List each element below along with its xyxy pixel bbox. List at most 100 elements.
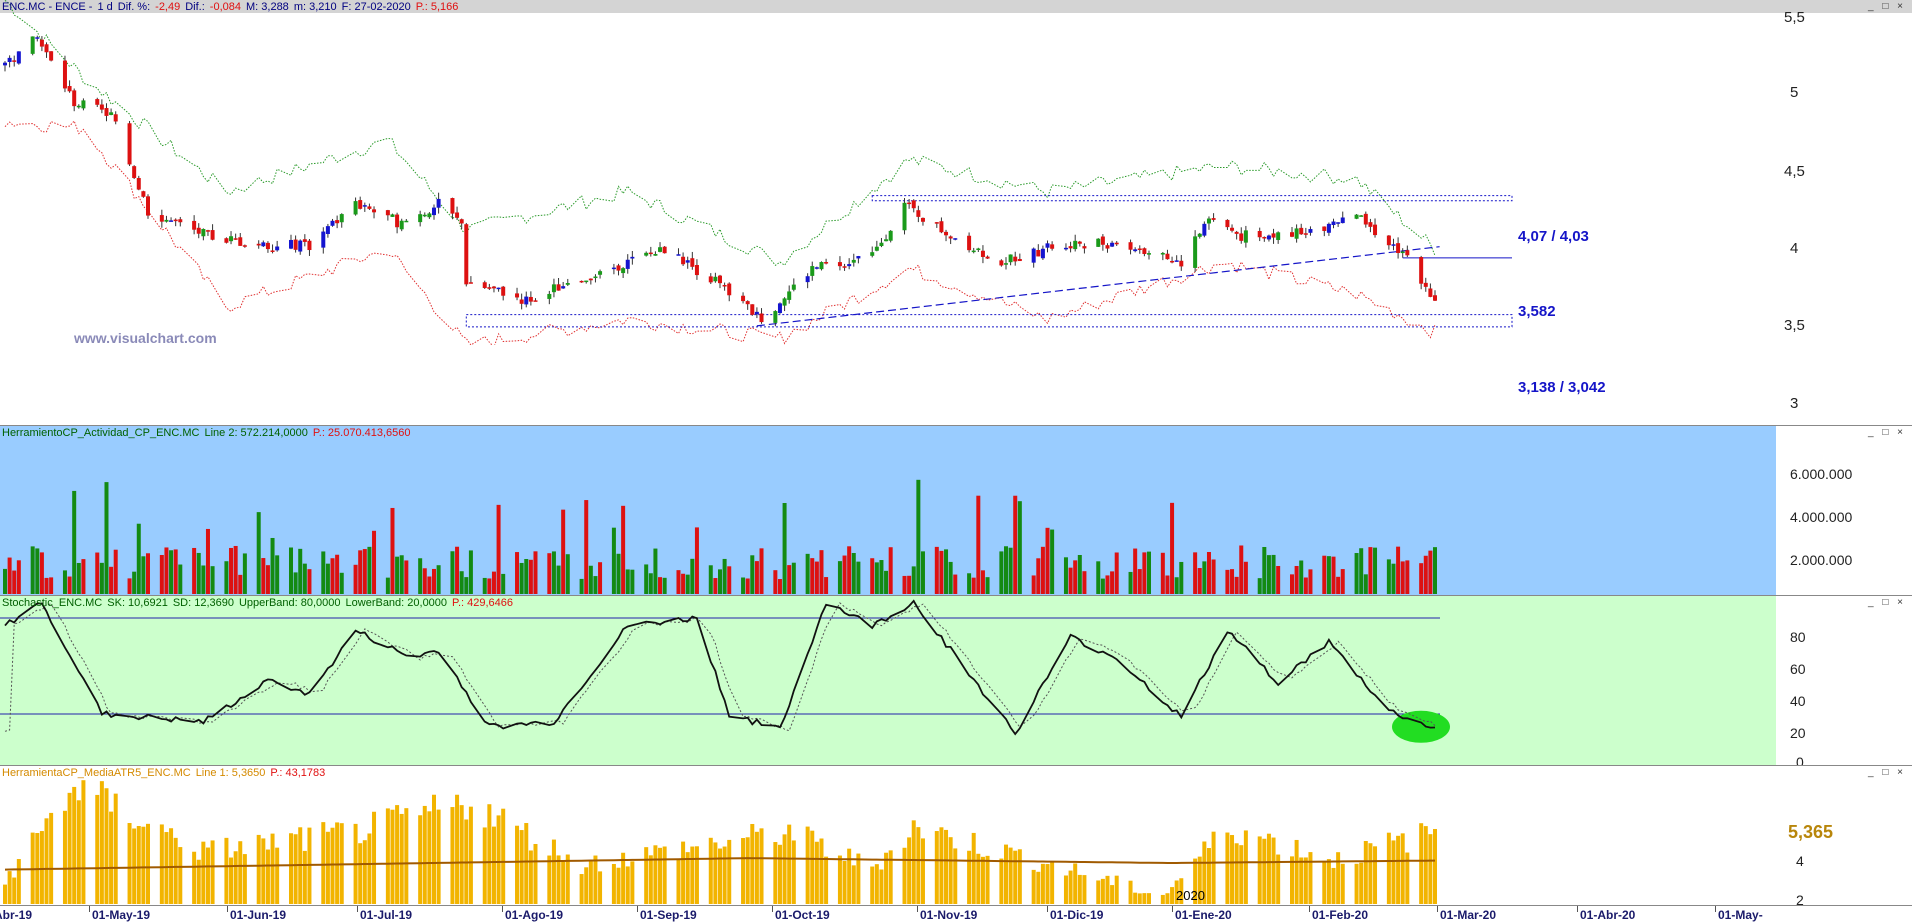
candle-body xyxy=(1262,236,1267,239)
candle-body xyxy=(298,240,303,252)
price-ytick: 5 xyxy=(1790,84,1799,101)
volume-bar xyxy=(565,554,570,594)
candle-body xyxy=(773,311,778,323)
volume-window-buttons[interactable]: _ □ × xyxy=(1868,427,1906,438)
atr-bar xyxy=(750,823,755,904)
atr-bar xyxy=(233,851,238,904)
atr-bar xyxy=(275,847,280,904)
atr-bar xyxy=(1239,845,1244,904)
candle-body xyxy=(593,276,598,279)
volume-bar xyxy=(837,561,842,594)
volume-bar xyxy=(99,562,104,594)
volume-bar xyxy=(1234,576,1239,594)
candle-body xyxy=(685,260,690,263)
candle-body xyxy=(1225,219,1230,228)
candle-body xyxy=(1206,218,1211,224)
candle-body xyxy=(487,287,492,289)
volume-header: HerramientoCP_Actividad_CP_ENC.MC Line 2:… xyxy=(2,427,416,439)
candle-body xyxy=(856,256,861,259)
candle-body xyxy=(653,253,658,256)
volume-bar xyxy=(1073,560,1078,594)
price-header-item: M: 3,288 xyxy=(246,1,289,13)
candle-body xyxy=(95,99,100,105)
atr-bar xyxy=(265,849,270,904)
volume-bar xyxy=(1290,574,1294,594)
candle-body xyxy=(814,267,819,269)
price-ytick: 4,5 xyxy=(1784,163,1805,180)
atr-bar xyxy=(99,781,104,904)
volume-bar xyxy=(630,569,635,594)
candle-body xyxy=(847,264,852,267)
volume-plot[interactable]: HerramientoCP_Actividad_CP_ENC.MC Line 2:… xyxy=(0,426,1776,596)
volume-bar xyxy=(515,552,520,594)
volume-bar xyxy=(782,503,787,594)
price-chart-svg xyxy=(3,0,1513,345)
atr-bar xyxy=(1326,859,1331,904)
atr-bar xyxy=(372,811,377,904)
candle-body xyxy=(1322,226,1327,231)
candle-body xyxy=(35,37,40,39)
volume-bar xyxy=(884,570,889,594)
candle-body xyxy=(307,240,312,251)
candle-body xyxy=(372,209,377,213)
time-axis-label: 01-Abr-20 xyxy=(1580,908,1636,922)
atr-bar xyxy=(468,806,473,904)
time-axis-label: 01-Jul-19 xyxy=(360,908,413,922)
volume-bar xyxy=(1386,559,1391,594)
atr-bar xyxy=(754,831,759,904)
atr-window-buttons[interactable]: _ □ × xyxy=(1868,767,1906,778)
candle-body xyxy=(1230,227,1235,231)
atr-bar xyxy=(648,855,653,904)
volume-bar xyxy=(395,556,400,594)
candle-body xyxy=(1294,228,1299,239)
atr-bar xyxy=(173,837,178,904)
price-window-buttons[interactable]: _ □ × xyxy=(1868,1,1906,12)
candle-body xyxy=(104,108,109,116)
volume-bar xyxy=(1363,574,1368,594)
price-plot[interactable]: ENC.MC - ENCE - 1 d Dif. %: -2,49 Dif.: -0,08… xyxy=(0,0,1912,396)
volume-bar xyxy=(588,565,593,594)
atr-bar xyxy=(455,794,460,904)
candle-body xyxy=(1331,221,1336,226)
volume-bar xyxy=(173,549,178,594)
stochastic-plot[interactable]: Stochastic_ENC.MC SK: 10,6921 SD: 12,3690 U… xyxy=(0,596,1776,766)
candle-body xyxy=(819,262,824,270)
atr-bar xyxy=(681,841,686,904)
volume-bar xyxy=(1197,568,1202,594)
atr-bar xyxy=(1004,844,1008,904)
atr-bar xyxy=(1142,893,1147,904)
atr-bar xyxy=(358,843,363,904)
volume-bar xyxy=(805,553,810,594)
atr-bar xyxy=(579,874,584,904)
price-ytick: 4 xyxy=(1790,240,1799,257)
stochastic-window-buttons[interactable]: _ □ × xyxy=(1868,597,1906,608)
volume-bar xyxy=(358,550,363,594)
candle-body xyxy=(132,166,137,178)
candle-body xyxy=(468,282,473,284)
volume-bar xyxy=(35,548,40,594)
price-header: ENC.MC - ENCE - 1 d Dif. %: -2,49 Dif.: -0,08… xyxy=(2,1,463,13)
volume-bar xyxy=(432,568,436,594)
volume-bar xyxy=(662,577,667,594)
volume-bar xyxy=(547,553,552,594)
candle-body xyxy=(1050,244,1055,249)
volume-bar xyxy=(330,558,335,594)
stochastic-ytick: 60 xyxy=(1790,661,1806,677)
atr-bar xyxy=(1303,857,1308,904)
candle-body xyxy=(109,112,114,115)
candle-body xyxy=(1036,249,1041,257)
candle-body xyxy=(694,265,699,276)
volume-ytick: 4.000.000 xyxy=(1790,509,1853,525)
candle-body xyxy=(648,252,653,255)
atr-bar xyxy=(1045,864,1050,904)
candle-body xyxy=(1271,233,1276,238)
atr-plot[interactable]: HerramientaCP_MediaATR5_ENC.MC Line 1: 5,… xyxy=(0,766,1776,906)
atr-bar xyxy=(1230,835,1235,904)
volume-bar xyxy=(1340,569,1345,594)
volume-bar xyxy=(450,551,455,594)
volume-bar xyxy=(1331,556,1336,594)
candle-body xyxy=(1179,260,1184,267)
candle-body xyxy=(754,311,759,315)
candle-body xyxy=(233,238,238,240)
atr-bar xyxy=(1082,875,1087,904)
